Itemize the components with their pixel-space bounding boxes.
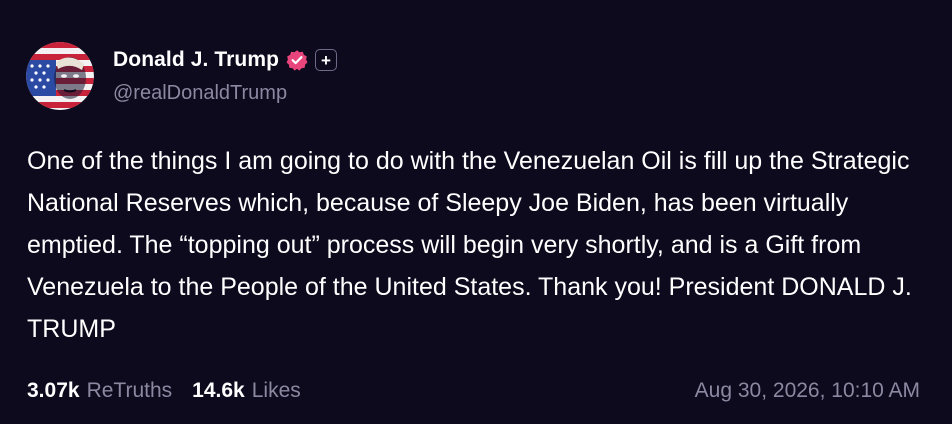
author-name-row: Donald J. Trump + <box>113 45 338 75</box>
author-display-name[interactable]: Donald J. Trump <box>113 48 279 72</box>
flag-face-avatar-icon <box>26 42 94 110</box>
post-body-text: One of the things I am going to do with … <box>27 147 912 343</box>
likes-label[interactable]: Likes <box>252 379 301 403</box>
verified-check-icon <box>286 49 308 71</box>
plus-icon[interactable]: + <box>315 49 338 71</box>
author-handle[interactable]: @realDonaldTrump <box>113 82 287 105</box>
truth-post-card: Donald J. Trump + @realDonaldTrump One o… <box>0 0 952 424</box>
post-timestamp[interactable]: Aug 30, 2026, 10:10 AM <box>695 376 920 406</box>
retruths-label[interactable]: ReTruths <box>87 379 173 403</box>
avatar[interactable] <box>26 42 94 110</box>
likes-count[interactable]: 14.6k <box>192 379 245 403</box>
post-stats: 3.07k ReTruths 14.6k Likes <box>27 376 301 406</box>
retruths-count[interactable]: 3.07k <box>27 379 80 403</box>
